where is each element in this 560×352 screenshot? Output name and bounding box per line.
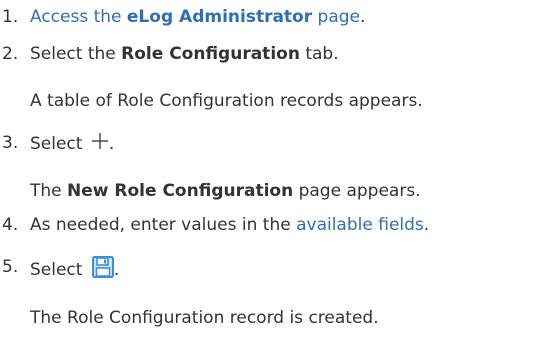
role-configuration-label: Role Configuration	[121, 44, 300, 64]
step-text: Select the Role Configuration tab.	[30, 44, 339, 64]
plus-icon	[91, 132, 109, 150]
step-text: Select .	[30, 132, 115, 154]
step-number: 1.	[2, 7, 19, 27]
new-role-configuration-label: New Role Configuration	[67, 181, 294, 201]
available-fields-link[interactable]: available fields	[296, 215, 424, 235]
step-number: 3.	[2, 133, 19, 153]
step-5-result: The Role Configuration record is created…	[30, 308, 379, 328]
step-text: Access the eLog Administrator page.	[30, 7, 366, 27]
step-text: Select .	[30, 256, 119, 281]
step-number: 5.	[2, 257, 19, 277]
step-text: As needed, enter values in the available…	[30, 215, 430, 235]
step-number: 2.	[2, 44, 19, 64]
elog-administrator-link[interactable]: Access the eLog Administrator page	[30, 7, 360, 27]
step-number: 4.	[2, 215, 19, 235]
procedure-steps: 1. Access the eLog Administrator page. 2…	[0, 0, 560, 352]
step-3-result: The New Role Configuration page appears.	[30, 181, 421, 201]
step-2-result: A table of Role Configuration records ap…	[30, 91, 423, 111]
save-icon	[91, 256, 114, 278]
